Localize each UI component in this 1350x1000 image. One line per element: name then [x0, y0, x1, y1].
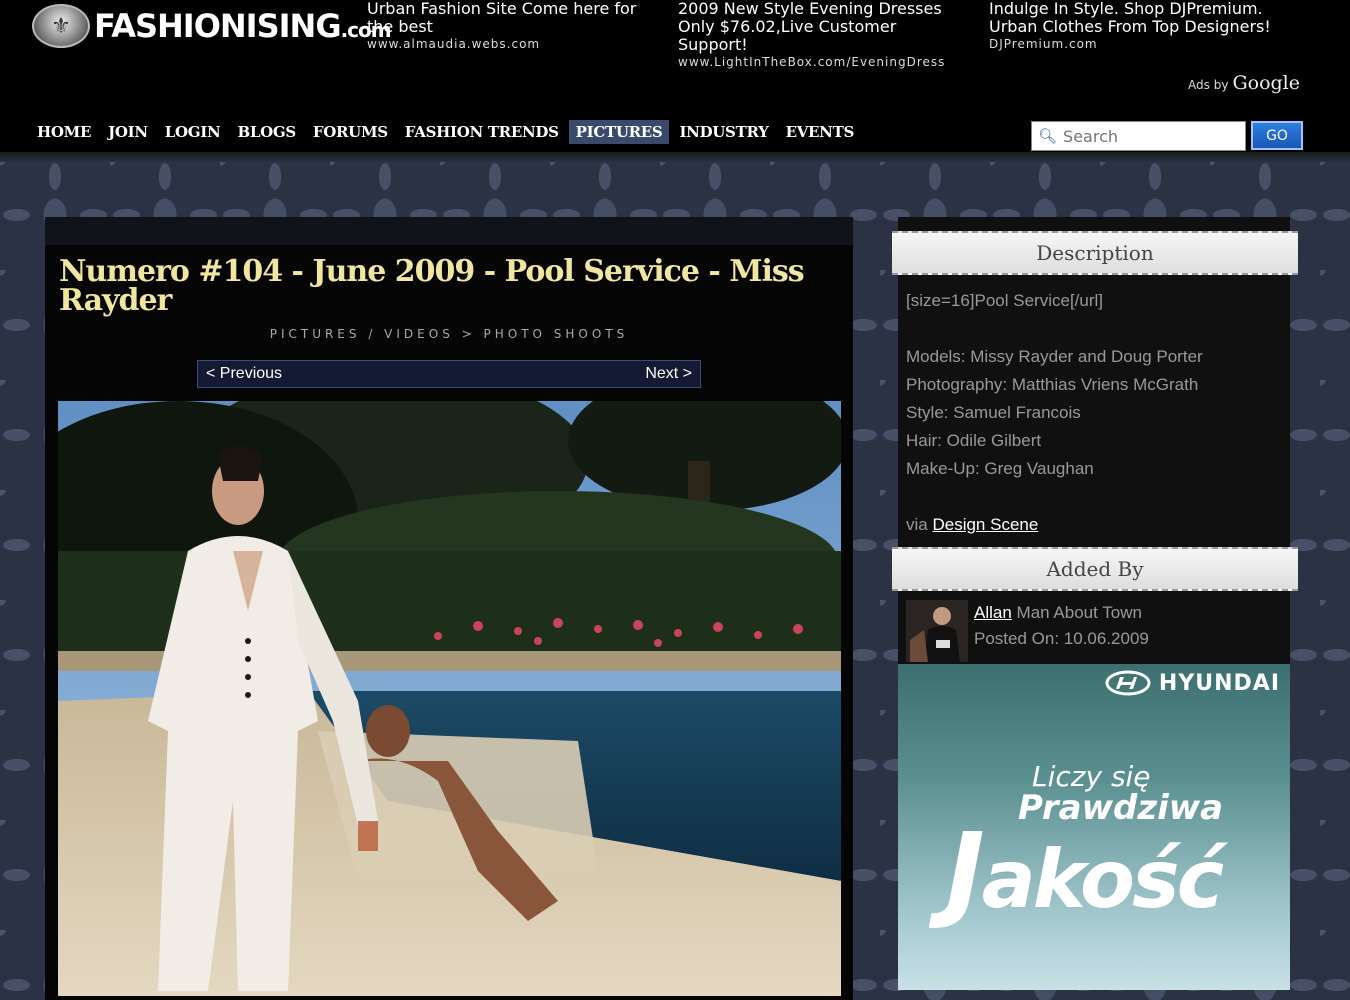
google-logo: Google [1232, 72, 1300, 94]
ad-slogan-rest: akość [981, 833, 1224, 926]
user-name-link[interactable]: Allan [974, 603, 1012, 622]
description-body: [size=16]Pool Service[/url] Models: Miss… [906, 287, 1286, 539]
hyundai-ad-banner[interactable]: HYUNDAI Liczy się Prawdziwa Jakość [898, 664, 1290, 990]
user-avatar[interactable] [906, 600, 968, 662]
site-header: ⚜ FASHIONISING.com Urban Fashion Site Co… [0, 0, 1350, 160]
text-ad-1[interactable]: Urban Fashion Site Come here for the bes… [367, 0, 657, 52]
ad-url[interactable]: www.almaudia.webs.com [367, 36, 657, 52]
photo-pager: < Previous Next > [197, 360, 701, 388]
description-line: [size=16]Pool Service[/url] [906, 291, 1104, 310]
ad-slogan-j: J [946, 810, 985, 932]
hyundai-logo: HYUNDAI [1105, 670, 1280, 696]
added-by-text: Allan Man About Town Posted On: 10.06.20… [974, 600, 1149, 662]
page-title: Numero #104 - June 2009 - Pool Service -… [59, 254, 805, 318]
design-scene-link[interactable]: Design Scene [932, 515, 1038, 534]
nav-item-login[interactable]: LOGIN [158, 120, 228, 144]
photo-illustration [58, 401, 841, 996]
nav-item-blogs[interactable]: BLOGS [230, 120, 302, 144]
ads-by-google[interactable]: Ads by Google [1188, 72, 1300, 94]
ad-title[interactable]: Urban Fashion Site Come here for the bes… [367, 0, 657, 36]
search-icon: 🔍︎ [1038, 127, 1058, 145]
nav-item-home[interactable]: HOME [30, 120, 98, 144]
search-box: 🔍︎ [1031, 121, 1246, 151]
description-line [906, 315, 1286, 343]
nav-item-forums[interactable]: FORUMS [306, 120, 395, 144]
hyundai-h-icon [1105, 670, 1151, 696]
nav-item-industry[interactable]: INDUSTRY [672, 120, 775, 144]
header-shadow [0, 152, 1350, 162]
hyundai-brand-text: HYUNDAI [1158, 670, 1280, 696]
nav-item-pictures[interactable]: PICTURES [568, 120, 670, 144]
logo-emblem-icon: ⚜ [32, 4, 90, 48]
via-line: via Design Scene [906, 511, 1286, 539]
text-ad-3[interactable]: Indulge In Style. Shop DJPremium. Urban … [989, 0, 1279, 52]
ad-slogan-line3: Jakość [946, 810, 1224, 932]
user-title: Man About Town [1016, 603, 1142, 622]
description-line: Models: Missy Rayder and Doug Porter [906, 347, 1203, 366]
nav-item-join[interactable]: JOIN [101, 120, 155, 144]
added-by-info: Allan Man About Town Posted On: 10.06.20… [906, 600, 1286, 662]
posted-on-date: Posted On: 10.06.2009 [974, 629, 1149, 648]
search-go-button[interactable]: GO [1251, 121, 1303, 150]
ad-url[interactable]: www.LightInTheBox.com/EveningDress [678, 54, 968, 70]
site-logo[interactable]: ⚜ FASHIONISING.com [32, 4, 392, 48]
ads-by-label: Ads by [1188, 78, 1229, 92]
nav-item-events[interactable]: EVENTS [779, 120, 861, 144]
ad-url[interactable]: DJPremium.com [989, 36, 1279, 52]
next-button[interactable]: Next > [645, 365, 692, 383]
ad-title[interactable]: Indulge In Style. Shop DJPremium. Urban … [989, 0, 1279, 36]
description-line: Photography: Matthias Vriens McGrath [906, 375, 1199, 394]
search-input[interactable] [1063, 126, 1244, 146]
photo-shoot-image[interactable] [58, 401, 841, 996]
via-label: via [906, 515, 928, 534]
main-content: Numero #104 - June 2009 - Pool Service -… [45, 217, 853, 1000]
added-by-header: Added By [892, 547, 1298, 591]
nav-item-fashion-trends[interactable]: FASHION TRENDS [398, 120, 566, 144]
panel-top-strip [45, 217, 853, 245]
description-line: Make-Up: Greg Vaughan [906, 459, 1094, 478]
breadcrumb[interactable]: PICTURES / VIDEOS > PHOTO SHOOTS [45, 327, 853, 341]
description-line [906, 483, 1286, 511]
logo-text: FASHIONISING.com [94, 7, 392, 45]
description-header: Description [892, 231, 1298, 275]
avatar-illustration [906, 600, 968, 662]
ad-title[interactable]: 2009 New Style Evening Dresses Only $76.… [678, 0, 968, 54]
description-line: Hair: Odile Gilbert [906, 431, 1042, 450]
main-nav: HOME JOIN LOGIN BLOGS FORUMS FASHION TRE… [30, 120, 864, 144]
description-line: Style: Samuel Francois [906, 403, 1081, 422]
text-ad-2[interactable]: 2009 New Style Evening Dresses Only $76.… [678, 0, 968, 70]
previous-button[interactable]: < Previous [206, 365, 282, 383]
